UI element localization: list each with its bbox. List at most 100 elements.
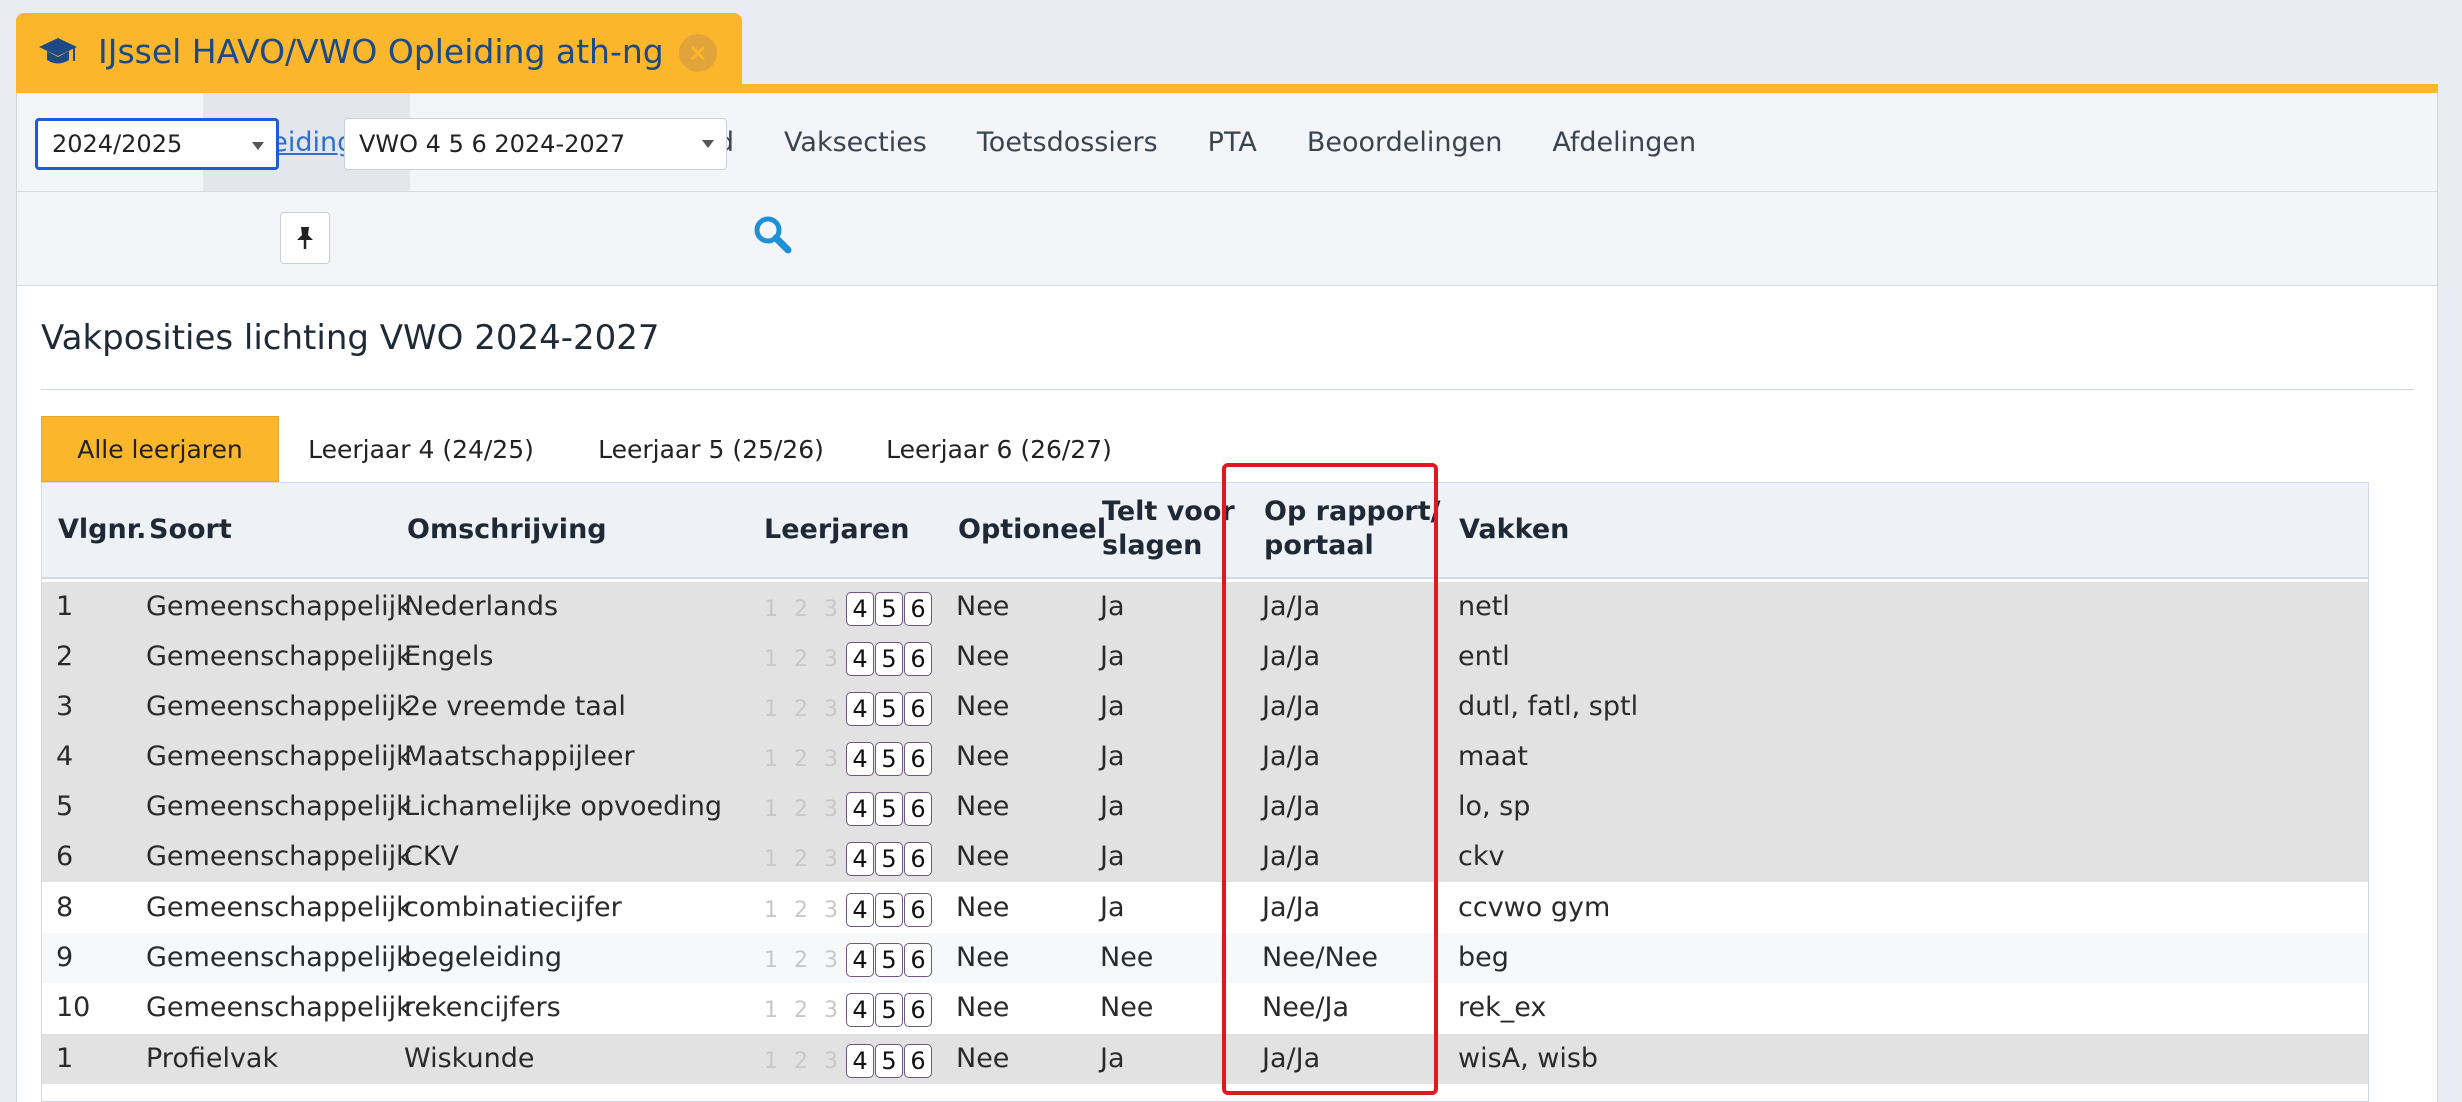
col-telt-line1: Telt voor bbox=[1102, 496, 1235, 527]
filter-toolbar bbox=[17, 192, 2437, 286]
cell-vakken: maat bbox=[1458, 741, 1528, 772]
subtab-leerjaar-5[interactable]: Leerjaar 5 (25/26) bbox=[588, 416, 834, 482]
year-inactive: 2 bbox=[794, 947, 808, 973]
year-badge: 4 bbox=[846, 792, 874, 826]
year-inactive: 1 bbox=[764, 846, 778, 872]
cell-soort: Gemeenschappelijk bbox=[146, 841, 412, 872]
graduation-cap-icon bbox=[39, 37, 77, 63]
table-row[interactable]: 8 Gemeenschappelijk combinatiecijfer Nee Ja J… bbox=[42, 883, 2368, 933]
cell-vlgnr: 1 bbox=[56, 1043, 74, 1074]
cell-omschrijving: Nederlands bbox=[404, 591, 559, 622]
table-row[interactable]: 1 Gemeenschappelijk Nederlands Nee Ja Ja/Ja ne… bbox=[42, 582, 2368, 632]
year-inactive: 2 bbox=[794, 1048, 808, 1074]
cell-telt-voor-slagen: Ja bbox=[1100, 691, 1125, 722]
year-select[interactable]: 2024/2025 bbox=[35, 118, 279, 170]
cell-optioneel: Nee bbox=[956, 791, 1010, 822]
cell-vlgnr: 1 bbox=[56, 591, 74, 622]
table-row[interactable]: 10 Gemeenschappelijk rekencijfers Nee Nee Nee… bbox=[42, 983, 2368, 1033]
vakposities-table: Vlgnr. Soort Omschrijving Leerjaren Opti… bbox=[41, 482, 2369, 1102]
subtab-leerjaar-6[interactable]: Leerjaar 6 (26/27) bbox=[876, 416, 1122, 482]
cell-omschrijving: Maatschappijleer bbox=[404, 741, 635, 772]
cell-vlgnr: 3 bbox=[56, 691, 74, 722]
year-inactive: 2 bbox=[794, 846, 808, 872]
year-badge: 5 bbox=[875, 993, 903, 1027]
year-inactive: 1 bbox=[764, 997, 778, 1023]
subtab-leerjaar-4[interactable]: Leerjaar 4 (24/25) bbox=[296, 416, 546, 482]
year-badge: 4 bbox=[846, 742, 874, 776]
year-inactive: 3 bbox=[824, 897, 838, 923]
year-inactive: 2 bbox=[794, 746, 808, 772]
cohort-select[interactable]: VWO 4 5 6 2024-2027 bbox=[344, 118, 727, 170]
table-row[interactable]: 3 Gemeenschappelijk 2e vreemde taal Nee Ja Ja… bbox=[42, 682, 2368, 732]
cell-optioneel: Nee bbox=[956, 992, 1010, 1023]
close-tab-button[interactable] bbox=[679, 34, 717, 72]
nav-vaksecties[interactable]: Vaksecties bbox=[762, 93, 949, 191]
nav-afdelingen[interactable]: Afdelingen bbox=[1530, 93, 1718, 191]
col-optioneel[interactable]: Optioneel bbox=[958, 513, 1106, 547]
table-row[interactable]: 6 Gemeenschappelijk CKV Nee Ja Ja/Ja ckv 1 2 3 4 5 6 bbox=[42, 832, 2368, 882]
cell-vlgnr: 9 bbox=[56, 942, 74, 973]
table-row[interactable]: 1 Profielvak Wiskunde Nee Ja Ja/Ja wisA, wisb 1… bbox=[42, 1034, 2368, 1084]
close-icon bbox=[690, 45, 706, 61]
year-inactive: 1 bbox=[764, 696, 778, 722]
cell-telt-voor-slagen: Ja bbox=[1100, 591, 1125, 622]
page-title: Vakposities lichting VWO 2024-2027 bbox=[41, 318, 660, 358]
year-badge: 4 bbox=[846, 592, 874, 626]
cell-vakken: rek_ex bbox=[1458, 992, 1547, 1023]
nav-toetsdossiers[interactable]: Toetsdossiers bbox=[955, 93, 1180, 191]
year-inactive: 1 bbox=[764, 746, 778, 772]
col-leerjaren[interactable]: Leerjaren bbox=[764, 513, 909, 547]
cell-telt-voor-slagen: Nee bbox=[1100, 942, 1154, 973]
window-tab[interactable]: IJssel HAVO/VWO Opleiding ath-ng bbox=[16, 13, 742, 90]
subtab-alle-leerjaren[interactable]: Alle leerjaren bbox=[41, 416, 279, 482]
year-badge: 6 bbox=[904, 592, 932, 626]
cell-vlgnr: 4 bbox=[56, 741, 74, 772]
year-badge: 4 bbox=[846, 993, 874, 1027]
cell-soort: Gemeenschappelijk bbox=[146, 691, 412, 722]
year-badge: 5 bbox=[875, 842, 903, 876]
table-row[interactable]: 2 Gemeenschappelijk Engels Nee Ja Ja/Ja entl 1 2… bbox=[42, 632, 2368, 682]
leerjaren-badges: 123456 bbox=[756, 841, 933, 877]
cell-omschrijving: rekencijfers bbox=[404, 992, 561, 1023]
year-badge: 4 bbox=[846, 692, 874, 726]
cell-vakken: entl bbox=[1458, 641, 1510, 672]
year-badge: 6 bbox=[904, 742, 932, 776]
year-badge: 5 bbox=[875, 893, 903, 927]
cell-vakken: wisA, wisb bbox=[1458, 1043, 1599, 1074]
col-vakken[interactable]: Vakken bbox=[1459, 513, 1569, 547]
year-inactive: 2 bbox=[794, 596, 808, 622]
table-row[interactable]: 5 Gemeenschappelijk Lichamelijke opvoeding… bbox=[42, 782, 2368, 832]
cell-vlgnr: 10 bbox=[56, 992, 91, 1023]
cell-vlgnr: 5 bbox=[56, 791, 74, 822]
col-omschrijving[interactable]: Omschrijving bbox=[407, 513, 607, 547]
col-telt-voor-slagen[interactable]: Telt voor slagen bbox=[1102, 495, 1235, 563]
year-badge: 6 bbox=[904, 642, 932, 676]
leerjaren-badges: 123456 bbox=[756, 992, 933, 1028]
pin-button[interactable] bbox=[280, 212, 330, 264]
table-row[interactable]: 4 Gemeenschappelijk Maatschappijleer Nee Ja J… bbox=[42, 732, 2368, 782]
cell-vakken: netl bbox=[1458, 591, 1510, 622]
cell-telt-voor-slagen: Nee bbox=[1100, 992, 1154, 1023]
cell-soort: Gemeenschappelijk bbox=[146, 791, 412, 822]
table-row[interactable]: 9 Gemeenschappelijk begeleiding Nee Nee Nee/N… bbox=[42, 933, 2368, 983]
year-badge: 6 bbox=[904, 943, 932, 977]
year-badge: 6 bbox=[904, 1044, 932, 1078]
year-inactive: 3 bbox=[824, 796, 838, 822]
search-icon[interactable] bbox=[752, 214, 794, 256]
col-vlgnr[interactable]: Vlgnr. bbox=[58, 513, 146, 547]
nav-pta[interactable]: PTA bbox=[1186, 93, 1279, 191]
year-inactive: 1 bbox=[764, 646, 778, 672]
cell-omschrijving: Lichamelijke opvoeding bbox=[404, 791, 722, 822]
col-soort[interactable]: Soort bbox=[149, 513, 232, 547]
cell-soort: Profielvak bbox=[146, 1043, 279, 1074]
cell-soort: Gemeenschappelijk bbox=[146, 591, 412, 622]
cell-omschrijving: CKV bbox=[404, 841, 460, 872]
highlight-box bbox=[1222, 463, 1438, 1095]
year-badge: 5 bbox=[875, 943, 903, 977]
nav-beoordelingen[interactable]: Beoordelingen bbox=[1285, 93, 1525, 191]
year-badge: 5 bbox=[875, 1044, 903, 1078]
leerjaren-badges: 123456 bbox=[756, 791, 933, 827]
cell-soort: Gemeenschappelijk bbox=[146, 641, 412, 672]
table-header: Vlgnr. Soort Omschrijving Leerjaren Opti… bbox=[42, 483, 2368, 579]
pin-icon bbox=[297, 227, 313, 249]
